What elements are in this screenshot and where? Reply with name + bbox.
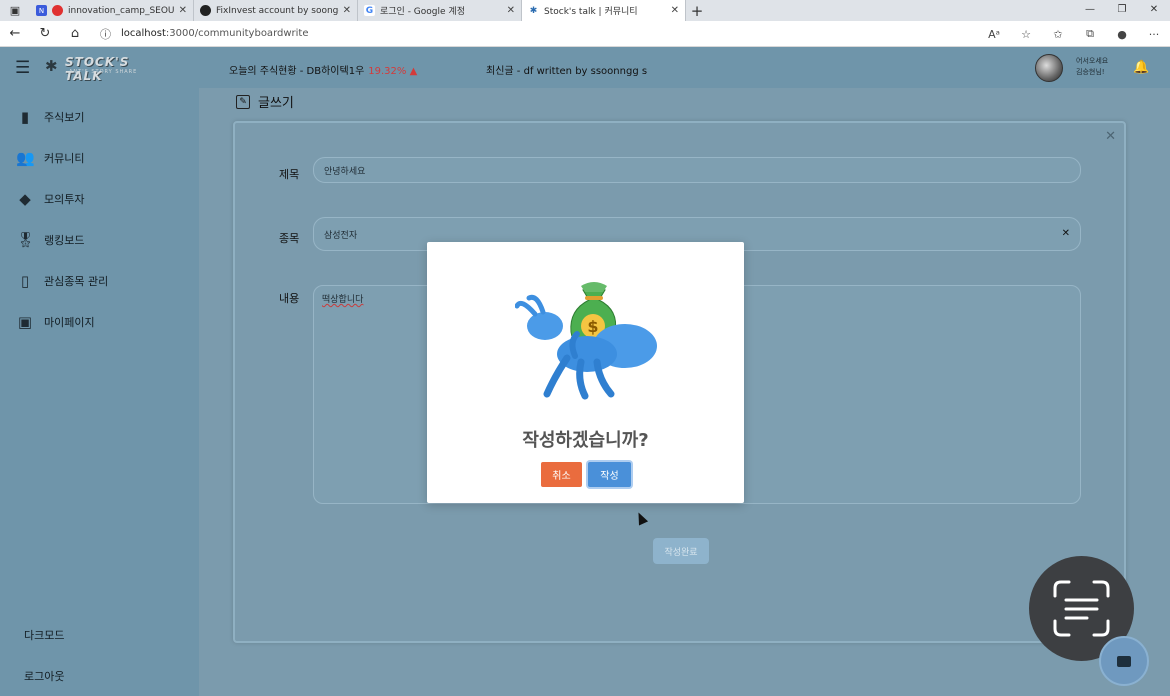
url-host: localhost	[121, 28, 166, 39]
cancel-button[interactable]: 취소	[541, 462, 582, 487]
badge-icon: ▣	[17, 313, 33, 331]
profile-icon[interactable]: ●	[1106, 28, 1138, 41]
browser-tab[interactable]: FixInvest account by soonger33 ✕	[194, 0, 358, 21]
close-icon[interactable]: ✕	[1105, 129, 1116, 144]
sidebar-item-label: 주식보기	[44, 111, 85, 124]
ant-favicon-icon: ✱	[528, 5, 539, 16]
info-icon[interactable]: ⓘ	[100, 26, 111, 42]
sidebar-item-label: 랭킹보드	[44, 234, 85, 247]
minimize-icon[interactable]: —	[1074, 0, 1106, 21]
username: 김승현님!	[1076, 68, 1105, 76]
title-label: 제목	[279, 168, 300, 181]
favorite-add-icon[interactable]: ☆	[1010, 28, 1042, 41]
url-path: :3000/communityboardwrite	[165, 28, 309, 39]
menu-icon[interactable]: ☰	[15, 58, 30, 78]
tab-title: innovation_camp_SEOUL | C	[68, 5, 175, 16]
ant-logo-icon: ✱	[45, 57, 58, 75]
sidebar-item-label: 커뮤니티	[44, 152, 85, 165]
page-title-text: 글쓰기	[258, 96, 294, 111]
svg-text:$: $	[587, 317, 598, 336]
sidebar-item-mock-invest[interactable]: ◆ 모의투자	[16, 190, 84, 208]
refresh-icon[interactable]: ↻	[30, 26, 60, 41]
bell-icon[interactable]: 🔔	[1133, 60, 1149, 75]
chat-button[interactable]	[1099, 636, 1149, 686]
sidebar-item-label: 마이페이지	[44, 316, 95, 329]
sidebar-item-label: 관심종목 관리	[44, 275, 109, 288]
layers-icon: ◆	[19, 190, 31, 208]
medal-icon: 🎖	[16, 231, 36, 249]
ticker-change: 19.32% ▲	[368, 66, 418, 77]
tab-title: Stock's talk | 커뮤니티	[544, 7, 638, 17]
phone-icon: ▯	[20, 272, 30, 290]
content-value: 떡상합니다	[322, 295, 364, 305]
stock-ticker[interactable]: 오늘의 주식현황 - DB하이텍1우 19.32% ▲	[229, 62, 417, 77]
favorites-icon[interactable]: ✩	[1042, 28, 1074, 41]
close-tab-icon[interactable]: ✕	[343, 5, 351, 16]
close-tab-icon[interactable]: ✕	[179, 5, 187, 16]
welcome-line: 어서오세요	[1076, 57, 1109, 65]
title-value: 안녕하세요	[324, 166, 366, 177]
browser-tab-active[interactable]: ✱ Stock's talk | 커뮤니티 ✕	[522, 0, 686, 21]
chat-icon	[1117, 655, 1131, 667]
welcome-text: 어서오세요 김승현님!	[1076, 56, 1108, 78]
more-icon[interactable]: ···	[1138, 28, 1170, 41]
new-tab-icon[interactable]: +	[686, 2, 708, 20]
submit-button[interactable]: 작성완료	[653, 538, 709, 564]
bar-chart-icon: ▮	[20, 108, 30, 126]
stock-value: 삼성전자	[324, 230, 358, 241]
browser-tab-bar: ▣ N innovation_camp_SEOUL | C ✕ FixInves…	[0, 0, 1170, 21]
google-icon: G	[364, 5, 375, 16]
tab-actions-icon[interactable]: ▣	[0, 0, 30, 21]
sidebar-item-mypage[interactable]: ▣ 마이페이지	[16, 313, 95, 331]
ant-money-bag-icon: $	[515, 282, 657, 400]
content-label: 내용	[279, 292, 300, 305]
back-icon[interactable]: ←	[0, 26, 30, 41]
sidebar-item-label: 모의투자	[44, 193, 85, 206]
confirm-button[interactable]: 작성	[588, 462, 631, 487]
favicon-icon: N	[36, 5, 47, 16]
latest-post[interactable]: 최신글 - df written by ssoonngg s	[486, 62, 647, 77]
address-bar: ← ↻ ⌂ ⓘ localhost:3000/communityboardwri…	[0, 21, 1170, 47]
sidebar-item-stocks[interactable]: ▮ 주식보기	[16, 108, 85, 126]
sidebar-item-ranking[interactable]: 🎖 랭킹보드	[16, 231, 84, 249]
modal-question: 작성하겠습니까?	[522, 430, 649, 451]
close-tab-icon[interactable]: ✕	[507, 5, 515, 16]
logo[interactable]: ✱ STOCK'S TALK ANT'S STORY SHARE	[45, 55, 165, 83]
dark-mode-toggle[interactable]: 다크모드	[24, 627, 64, 643]
confirm-modal: $ 작성하겠습니까? 취소 작성	[427, 242, 744, 503]
logout-button[interactable]: 로그아웃	[24, 668, 64, 684]
record-icon	[52, 5, 63, 16]
sidebar: ▮ 주식보기 👥 커뮤니티 ◆ 모의투자 🎖 랭킹보드 ▯ 관심종목 관리 ▣ …	[0, 88, 199, 696]
close-window-icon[interactable]: ✕	[1138, 0, 1170, 21]
browser-tab[interactable]: N innovation_camp_SEOUL | C ✕	[30, 0, 194, 21]
app-header: ☰ ✱ STOCK'S TALK ANT'S STORY SHARE 오늘의 주…	[0, 47, 1170, 88]
page-title: ✎ 글쓰기	[236, 92, 294, 111]
people-icon: 👥	[16, 149, 35, 167]
read-aloud-icon[interactable]: Aᵃ	[978, 28, 1010, 41]
tab-title: FixInvest account by soonger33	[216, 5, 339, 16]
browser-tab[interactable]: G 로그인 - Google 계정 ✕	[358, 0, 522, 21]
clear-icon[interactable]: ✕	[1062, 228, 1070, 239]
logo-subtext: ANT'S STORY SHARE	[69, 69, 138, 75]
close-tab-icon[interactable]: ✕	[671, 5, 679, 16]
ticker-label: 오늘의 주식현황 - DB하이텍1우	[229, 66, 365, 77]
avatar[interactable]	[1035, 54, 1063, 82]
tab-title: 로그인 - Google 계정	[380, 7, 465, 17]
edit-icon: ✎	[236, 94, 250, 109]
window-controls: — ❐ ✕	[1074, 0, 1170, 21]
sidebar-item-watchlist[interactable]: ▯ 관심종목 관리	[16, 272, 108, 290]
stock-label: 종목	[279, 232, 300, 245]
sidebar-item-community[interactable]: 👥 커뮤니티	[16, 149, 84, 167]
url-field[interactable]: ⓘ localhost:3000/communityboardwrite	[100, 26, 309, 42]
collections-icon[interactable]: ⧉	[1074, 27, 1106, 41]
github-icon	[200, 5, 211, 16]
restore-icon[interactable]: ❐	[1106, 0, 1138, 21]
home-icon[interactable]: ⌂	[60, 26, 90, 41]
title-input[interactable]: 안녕하세요	[313, 157, 1081, 183]
